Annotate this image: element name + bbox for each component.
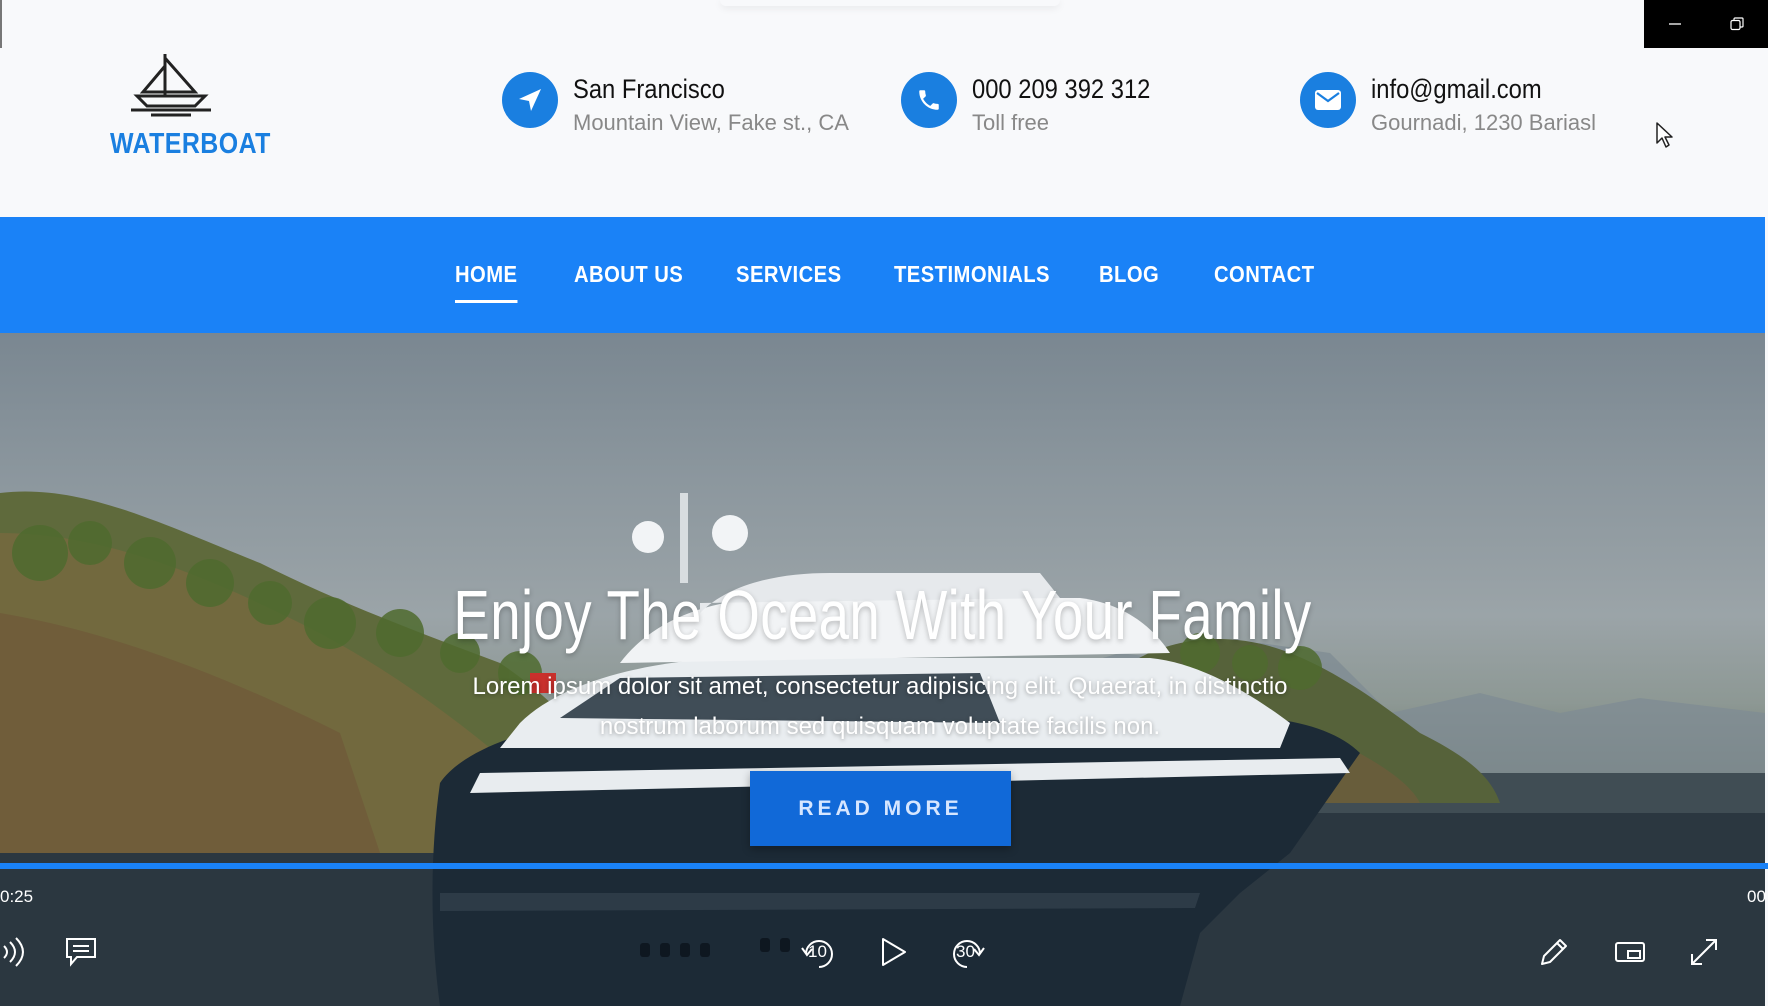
sailboat-icon bbox=[131, 54, 211, 117]
restore-icon bbox=[1730, 17, 1744, 31]
envelope-icon bbox=[1300, 72, 1356, 128]
contact-title: San Francisco bbox=[573, 74, 725, 104]
window-controls bbox=[1644, 0, 1768, 48]
hero-text-line: Lorem ipsum dolor sit amet, consectetur … bbox=[472, 673, 1288, 700]
contact-location: San Francisco Mountain View, Fake st., C… bbox=[502, 72, 849, 138]
play-icon bbox=[882, 938, 906, 966]
location-arrow-icon bbox=[502, 72, 558, 128]
edit-button[interactable] bbox=[1534, 930, 1574, 974]
hero-text-line: nostrum laborum sed quisquam voluptate f… bbox=[599, 713, 1161, 740]
contact-subtitle: Toll free bbox=[972, 110, 1050, 135]
video-progress-bar[interactable] bbox=[0, 863, 1768, 869]
rewind-10-button[interactable]: 10 bbox=[796, 930, 840, 974]
hero-banner: Enjoy The Ocean With Your Family Lorem i… bbox=[0, 333, 1765, 1006]
contact-phone: 000 209 392 312 Toll free bbox=[901, 72, 1175, 138]
restore-button[interactable] bbox=[1706, 0, 1768, 48]
contact-email: info@gmail.com Gournadi, 1230 Bariasl bbox=[1300, 72, 1596, 138]
miniplayer-icon bbox=[1615, 942, 1645, 962]
main-navbar: HOME ABOUT US SERVICES TESTIMONIALS BLOG… bbox=[0, 217, 1765, 333]
end-time: 00 bbox=[1747, 887, 1766, 906]
hero-text: Lorem ipsum dolor sit amet, consectetur … bbox=[440, 667, 1320, 747]
contact-title[interactable]: info@gmail.com bbox=[1371, 73, 1569, 105]
nav-home[interactable]: HOME bbox=[455, 261, 518, 303]
forward-30-button[interactable]: 30 bbox=[946, 930, 990, 974]
top-shadow bbox=[720, 0, 1060, 6]
brand-logo[interactable]: WATERBOAT bbox=[100, 52, 271, 161]
contact-subtitle: Gournadi, 1230 Bariasl bbox=[1371, 110, 1597, 135]
fullscreen-button[interactable] bbox=[1684, 930, 1724, 974]
fullscreen-icon bbox=[1691, 939, 1717, 965]
edit-pen-icon bbox=[1541, 939, 1567, 965]
nav-testimonials[interactable]: TESTIMONIALS bbox=[894, 261, 1050, 288]
play-button[interactable] bbox=[872, 930, 916, 974]
rewind-seconds-label: 10 bbox=[808, 942, 827, 961]
captions-button[interactable] bbox=[60, 930, 102, 974]
read-more-button[interactable]: READ MORE bbox=[750, 771, 1011, 846]
miniplayer-button[interactable] bbox=[1610, 930, 1650, 974]
minimize-icon bbox=[1669, 23, 1681, 25]
contact-subtitle: Mountain View, Fake st., CA bbox=[573, 110, 849, 135]
phone-icon bbox=[901, 72, 957, 128]
contact-title: 000 209 392 312 bbox=[972, 74, 1151, 104]
volume-icon bbox=[3, 937, 24, 967]
current-time: 0:25 bbox=[0, 887, 34, 906]
nav-blog[interactable]: BLOG bbox=[1099, 261, 1159, 288]
forward-seconds-label: 30 bbox=[956, 942, 975, 961]
volume-button[interactable] bbox=[0, 930, 28, 974]
hero-title: Enjoy The Ocean With Your Family bbox=[453, 576, 1312, 654]
nav-services[interactable]: SERVICES bbox=[736, 261, 842, 288]
nav-contact[interactable]: CONTACT bbox=[1214, 261, 1315, 288]
captions-icon bbox=[66, 938, 96, 967]
mouse-cursor-icon bbox=[1656, 122, 1673, 148]
minimize-button[interactable] bbox=[1644, 0, 1706, 48]
nav-about-us[interactable]: ABOUT US bbox=[574, 261, 683, 288]
window-edge bbox=[0, 0, 2, 48]
brand-name: WATERBOAT bbox=[109, 128, 271, 160]
